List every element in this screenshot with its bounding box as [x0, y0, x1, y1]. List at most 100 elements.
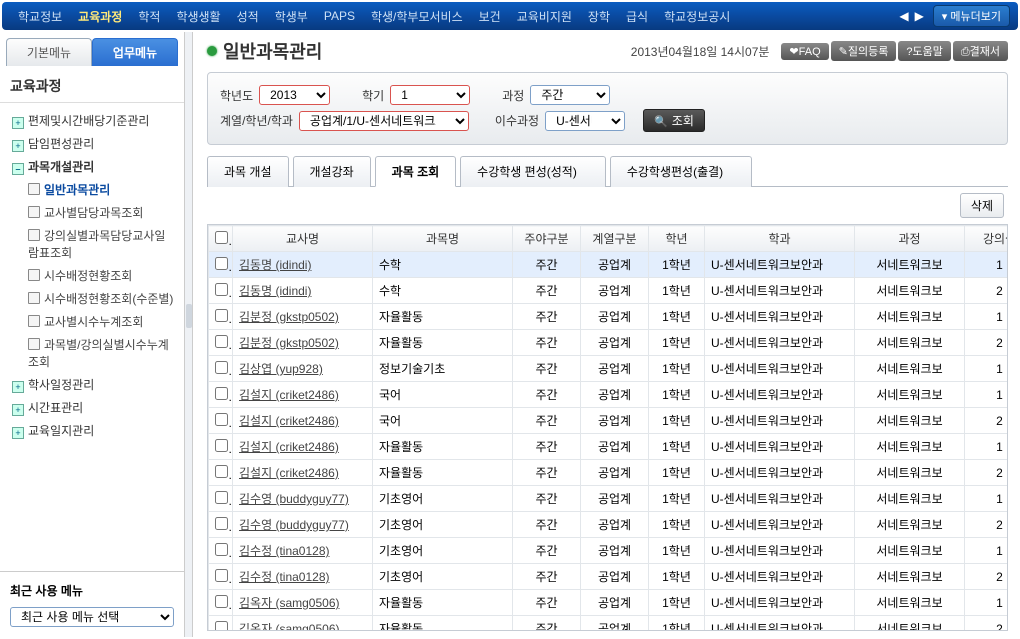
- teacher-link[interactable]: 김수정 (tina0128): [239, 570, 330, 584]
- teacher-link[interactable]: 김설지 (criket2486): [239, 388, 339, 402]
- table-row[interactable]: 김수영 (buddyguy77)기초영어주간공업계1학년U-센서네트워크보안과서…: [209, 486, 1009, 512]
- table-row[interactable]: 김동명 (idindi)수학주간공업계1학년U-센서네트워크보안과서네트워크보2: [209, 278, 1009, 304]
- tree-node[interactable]: +담임편성관리: [4, 132, 180, 155]
- teacher-link[interactable]: 김설지 (criket2486): [239, 414, 339, 428]
- tree-node[interactable]: 일반과목관리: [4, 178, 180, 201]
- table-row[interactable]: 김수정 (tina0128)기초영어주간공업계1학년U-센서네트워크보안과서네트…: [209, 564, 1009, 590]
- nav-next-icon[interactable]: ▶: [912, 9, 927, 23]
- row-checkbox[interactable]: [215, 569, 228, 582]
- column-header[interactable]: 학과: [705, 226, 855, 252]
- table-row[interactable]: 김상엽 (yup928)정보기술기초주간공업계1학년U-센서네트워크보안과서네트…: [209, 356, 1009, 382]
- group-select[interactable]: 공업계/1/U-센서네트워크보: [299, 111, 469, 131]
- tree-node[interactable]: 강의실별과목담당교사일람표조회: [4, 224, 180, 264]
- row-checkbox[interactable]: [215, 387, 228, 400]
- table-row[interactable]: 김설지 (criket2486)자율활동주간공업계1학년U-센서네트워크보안과서…: [209, 434, 1009, 460]
- topnav-item[interactable]: 학생/학부모서비스: [363, 8, 471, 25]
- row-checkbox[interactable]: [215, 465, 228, 478]
- nav-prev-icon[interactable]: ◀: [896, 9, 911, 23]
- teacher-link[interactable]: 김수영 (buddyguy77): [239, 518, 349, 532]
- tree-node[interactable]: 교사별담당과목조회: [4, 201, 180, 224]
- query-button[interactable]: 조회: [643, 109, 705, 132]
- header-action-button[interactable]: ✎질의등록: [831, 41, 897, 61]
- content-tab[interactable]: 과목 개설: [207, 156, 289, 187]
- topnav-item[interactable]: 급식: [618, 8, 656, 25]
- tree-node[interactable]: +교육일지관리: [4, 419, 180, 442]
- course-select[interactable]: 주간: [530, 85, 610, 105]
- content-tab[interactable]: 수강학생편성(출결): [610, 156, 752, 187]
- column-header[interactable]: 주야구분: [513, 226, 581, 252]
- teacher-link[interactable]: 김수정 (tina0128): [239, 544, 330, 558]
- tree-node[interactable]: 시수배정현황조회(수준별): [4, 287, 180, 310]
- tree-node[interactable]: +편제및시간배당기준관리: [4, 109, 180, 132]
- sidebar-tab[interactable]: 기본메뉴: [6, 38, 92, 66]
- row-checkbox[interactable]: [215, 595, 228, 608]
- topnav-item[interactable]: 학교정보: [10, 8, 70, 25]
- topnav-item[interactable]: 학생부: [267, 8, 316, 25]
- content-tab[interactable]: 개설강좌: [293, 156, 371, 187]
- row-checkbox[interactable]: [215, 621, 228, 632]
- tree-node[interactable]: 교사별시수누계조회: [4, 310, 180, 333]
- topnav-item[interactable]: 보건: [471, 8, 509, 25]
- row-checkbox[interactable]: [215, 335, 228, 348]
- column-header[interactable]: 과정: [855, 226, 965, 252]
- teacher-link[interactable]: 김상엽 (yup928): [239, 362, 323, 376]
- column-header[interactable]: 과목명: [373, 226, 513, 252]
- table-row[interactable]: 김설지 (criket2486)자율활동주간공업계1학년U-센서네트워크보안과서…: [209, 460, 1009, 486]
- tree-node[interactable]: +학사일정관리: [4, 373, 180, 396]
- teacher-link[interactable]: 김옥자 (samg0506): [239, 622, 340, 631]
- row-checkbox[interactable]: [215, 309, 228, 322]
- isu-select[interactable]: U-센서네: [545, 111, 625, 131]
- content-tab[interactable]: 수강학생 편성(성적): [460, 156, 606, 187]
- table-row[interactable]: 김동명 (idindi)수학주간공업계1학년U-센서네트워크보안과서네트워크보1: [209, 252, 1009, 278]
- table-row[interactable]: 김설지 (criket2486)국어주간공업계1학년U-센서네트워크보안과서네트…: [209, 408, 1009, 434]
- column-header[interactable]: 계열구분: [581, 226, 649, 252]
- tree-node[interactable]: +시간표관리: [4, 396, 180, 419]
- header-action-button[interactable]: ❤FAQ: [781, 43, 828, 60]
- topnav-item[interactable]: PAPS: [316, 9, 363, 23]
- topnav-item[interactable]: 학교정보공시: [656, 8, 738, 25]
- splitter[interactable]: [185, 32, 193, 637]
- content-tab[interactable]: 과목 조회: [375, 156, 457, 187]
- teacher-link[interactable]: 김설지 (criket2486): [239, 466, 339, 480]
- table-row[interactable]: 김분정 (gkstp0502)자율활동주간공업계1학년U-센서네트워크보안과서네…: [209, 330, 1009, 356]
- topnav-item[interactable]: 학생생활: [168, 8, 228, 25]
- table-row[interactable]: 김설지 (criket2486)국어주간공업계1학년U-센서네트워크보안과서네트…: [209, 382, 1009, 408]
- row-checkbox[interactable]: [215, 439, 228, 452]
- column-header[interactable]: 학년: [649, 226, 705, 252]
- teacher-link[interactable]: 김수영 (buddyguy77): [239, 492, 349, 506]
- row-checkbox[interactable]: [215, 413, 228, 426]
- year-select[interactable]: 2013: [259, 85, 330, 105]
- row-checkbox[interactable]: [215, 283, 228, 296]
- table-row[interactable]: 김옥자 (samg0506)자율활동주간공업계1학년U-센서네트워크보안과서네트…: [209, 590, 1009, 616]
- table-row[interactable]: 김분정 (gkstp0502)자율활동주간공업계1학년U-센서네트워크보안과서네…: [209, 304, 1009, 330]
- table-row[interactable]: 김옥자 (samg0506)자율활동주간공업계1학년U-센서네트워크보안과서네트…: [209, 616, 1009, 632]
- topnav-item[interactable]: 장학: [580, 8, 618, 25]
- delete-button[interactable]: 삭제: [960, 193, 1004, 218]
- row-checkbox[interactable]: [215, 543, 228, 556]
- nav-more-button[interactable]: ▾ 메뉴더보기: [933, 5, 1010, 27]
- tree-node[interactable]: 과목별/강의실별시수누계조회: [4, 333, 180, 373]
- tree-node[interactable]: 시수배정현황조회: [4, 264, 180, 287]
- row-checkbox[interactable]: [215, 491, 228, 504]
- row-checkbox[interactable]: [215, 517, 228, 530]
- teacher-link[interactable]: 김설지 (criket2486): [239, 440, 339, 454]
- row-checkbox[interactable]: [215, 257, 228, 270]
- select-all-checkbox[interactable]: [215, 231, 228, 244]
- table-row[interactable]: 김수정 (tina0128)기초영어주간공업계1학년U-센서네트워크보안과서네트…: [209, 538, 1009, 564]
- row-checkbox[interactable]: [215, 361, 228, 374]
- grid-wrap[interactable]: 교사명과목명주야구분계열구분학년학과과정강의실 김동명 (idindi)수학주간…: [207, 224, 1008, 631]
- column-header[interactable]: 교사명: [233, 226, 373, 252]
- topnav-item[interactable]: 교육비지원: [509, 8, 580, 25]
- semester-select[interactable]: 1: [390, 85, 470, 105]
- header-action-button[interactable]: ⎙결재서: [953, 41, 1008, 61]
- teacher-link[interactable]: 김분정 (gkstp0502): [239, 336, 339, 350]
- tree-node[interactable]: –과목개설관리: [4, 155, 180, 178]
- recent-menu-select[interactable]: 최근 사용 메뉴 선택: [10, 607, 174, 627]
- teacher-link[interactable]: 김동명 (idindi): [239, 258, 311, 272]
- topnav-item[interactable]: 성적: [229, 8, 267, 25]
- topnav-item[interactable]: 교육과정: [70, 8, 130, 25]
- teacher-link[interactable]: 김옥자 (samg0506): [239, 596, 340, 610]
- teacher-link[interactable]: 김동명 (idindi): [239, 284, 311, 298]
- teacher-link[interactable]: 김분정 (gkstp0502): [239, 310, 339, 324]
- table-row[interactable]: 김수영 (buddyguy77)기초영어주간공업계1학년U-센서네트워크보안과서…: [209, 512, 1009, 538]
